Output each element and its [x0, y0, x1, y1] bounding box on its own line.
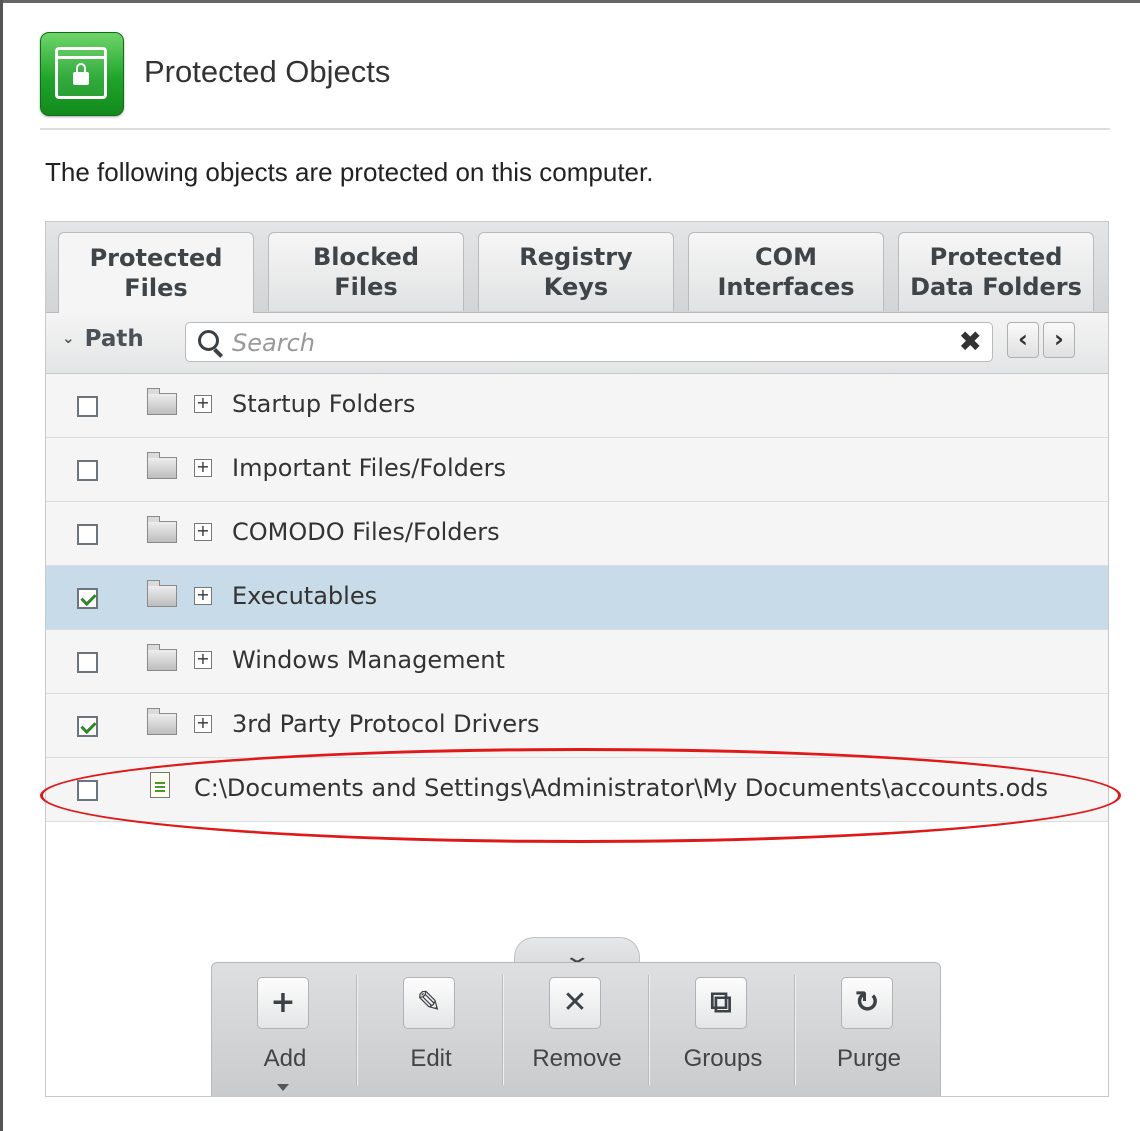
- search-input[interactable]: [230, 326, 934, 360]
- edit-button[interactable]: ✎ Edit: [358, 963, 504, 1097]
- row-label: Startup Folders: [232, 390, 416, 418]
- row-checkbox[interactable]: [77, 460, 98, 481]
- row-label: Important Files/Folders: [232, 454, 507, 482]
- window-left-border: [0, 0, 3, 1131]
- tab-protected-files[interactable]: Protected Files: [58, 232, 254, 313]
- folder-icon: [147, 580, 177, 607]
- folder-icon: [147, 388, 177, 415]
- groups-label: Groups: [683, 1045, 763, 1072]
- list-item-3rd-party-protocol-drivers[interactable]: + 3rd Party Protocol Drivers: [46, 694, 1108, 758]
- list-item-important-files-folders[interactable]: + Important Files/Folders: [46, 438, 1108, 502]
- search-icon: [198, 330, 219, 351]
- purge-button[interactable]: ↻ Purge: [796, 963, 942, 1097]
- protected-objects-lock-icon: [40, 32, 124, 116]
- tab-bar: Protected Files Blocked Files Registry K…: [46, 222, 1108, 313]
- folder-icon: [147, 516, 177, 543]
- previous-button[interactable]: ‹: [1007, 322, 1039, 358]
- list-item-accounts-ods[interactable]: C:\Documents and Settings\Administrator\…: [46, 758, 1108, 822]
- row-label: 3rd Party Protocol Drivers: [232, 710, 540, 738]
- page-description: The following objects are protected on t…: [45, 157, 654, 187]
- chevron-down-icon: ⌄: [62, 329, 75, 347]
- expand-icon[interactable]: +: [194, 587, 212, 605]
- row-label: Windows Management: [232, 646, 505, 674]
- add-button[interactable]: + Add: [212, 963, 358, 1097]
- folder-icon: [147, 708, 177, 735]
- path-column-label: Path: [84, 326, 144, 352]
- tab-protected-data-folders[interactable]: Protected Data Folders: [898, 232, 1094, 311]
- add-label: Add: [263, 1045, 307, 1072]
- row-label: Executables: [232, 582, 378, 610]
- search-box: ✖: [185, 322, 993, 362]
- row-checkbox[interactable]: [77, 396, 98, 417]
- groups-icon: ⧉: [695, 977, 747, 1029]
- row-label: COMODO Files/Folders: [232, 518, 500, 546]
- title-divider: [40, 128, 1110, 130]
- remove-label: Remove: [532, 1045, 622, 1072]
- tab-registry-keys[interactable]: Registry Keys: [478, 232, 674, 311]
- expand-icon[interactable]: +: [194, 459, 212, 477]
- tab-com-interfaces[interactable]: COM Interfaces: [688, 232, 884, 311]
- row-checkbox[interactable]: [77, 716, 98, 737]
- dropdown-caret-icon[interactable]: [277, 1084, 289, 1091]
- clear-search-icon[interactable]: ✖: [959, 325, 982, 358]
- search-bar: ⌄ Path ✖ ‹ ›: [46, 313, 1108, 374]
- spreadsheet-file-icon: [150, 772, 170, 798]
- page-title: Protected Objects: [144, 54, 391, 89]
- expand-icon[interactable]: +: [194, 395, 212, 413]
- row-label: C:\Documents and Settings\Administrator\…: [194, 774, 1049, 802]
- x-icon: ✕: [549, 977, 601, 1029]
- window-top-border: [0, 0, 1140, 3]
- folder-icon: [147, 644, 177, 671]
- list-item-comodo-files-folders[interactable]: + COMODO Files/Folders: [46, 502, 1108, 566]
- groups-button[interactable]: ⧉ Groups: [650, 963, 796, 1097]
- purge-icon: ↻: [841, 977, 893, 1029]
- expand-icon[interactable]: +: [194, 651, 212, 669]
- row-checkbox[interactable]: [77, 652, 98, 673]
- purge-label: Purge: [836, 1045, 902, 1072]
- row-checkbox[interactable]: [77, 524, 98, 545]
- folder-icon: [147, 452, 177, 479]
- edit-label: Edit: [410, 1045, 452, 1072]
- action-toolbar: + Add ✎ Edit ✕ Remove ⧉ Groups ↻ Purge: [211, 962, 941, 1096]
- remove-button[interactable]: ✕ Remove: [504, 963, 650, 1097]
- tab-blocked-files[interactable]: Blocked Files: [268, 232, 464, 311]
- plus-icon: +: [257, 977, 309, 1029]
- protected-files-list: + Startup Folders + Important Files/Fold…: [46, 374, 1108, 822]
- row-checkbox[interactable]: [77, 588, 98, 609]
- expand-icon[interactable]: +: [194, 715, 212, 733]
- list-item-startup-folders[interactable]: + Startup Folders: [46, 374, 1108, 438]
- row-checkbox[interactable]: [77, 780, 98, 801]
- path-column-sort[interactable]: ⌄ Path: [62, 326, 144, 352]
- list-item-windows-management[interactable]: + Windows Management: [46, 630, 1108, 694]
- next-button[interactable]: ›: [1043, 322, 1075, 358]
- expand-icon[interactable]: +: [194, 523, 212, 541]
- pencil-icon: ✎: [403, 977, 455, 1029]
- list-item-executables[interactable]: + Executables: [46, 566, 1108, 630]
